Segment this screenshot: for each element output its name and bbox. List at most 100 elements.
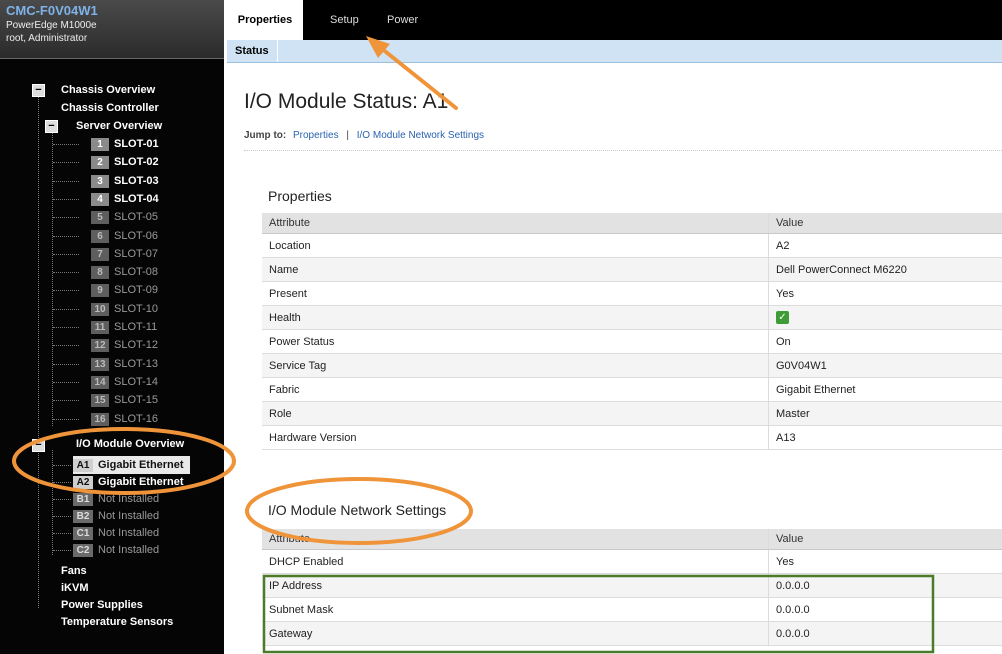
value-cell: Dell PowerConnect M6220 — [768, 257, 1002, 282]
table-row: IP Address 0.0.0.0 — [262, 573, 1002, 598]
tree-slot-item[interactable]: 2 SLOT-02 — [91, 153, 159, 171]
tree-slot-item[interactable]: 14 SLOT-14 — [91, 373, 158, 391]
slot-label: SLOT-09 — [114, 284, 159, 297]
collapse-io-icon[interactable]: − — [32, 439, 45, 452]
slot-number-badge: 14 — [91, 375, 109, 389]
page-title: I/O Module Status: A1 — [244, 90, 449, 113]
attribute-cell: IP Address — [262, 573, 769, 598]
health-ok-check-icon: ✓ — [776, 311, 789, 324]
tree-slot-item[interactable]: 4 SLOT-04 — [91, 190, 159, 208]
io-slot-badge: A2 — [73, 476, 93, 489]
tree-slot-item[interactable]: 15 SLOT-15 — [91, 391, 158, 409]
network-section-title: I/O Module Network Settings — [268, 502, 447, 518]
tree-io-module-overview[interactable]: I/O Module Overview — [76, 435, 184, 453]
table-row: Fabric Gigabit Ethernet — [262, 377, 1002, 402]
collapse-server-icon[interactable]: − — [45, 120, 58, 133]
tab-properties[interactable]: Properties — [227, 0, 303, 40]
tree-temperature-sensors[interactable]: Temperature Sensors — [61, 613, 173, 631]
tree-io-module-item[interactable]: C2 Not Installed — [73, 541, 159, 559]
io-module-label: Not Installed — [98, 510, 160, 522]
tree-slot-item[interactable]: 1 SLOT-01 — [91, 135, 159, 153]
value-cell: 0.0.0.0 — [768, 621, 1002, 646]
slot-number-badge: 10 — [91, 302, 109, 316]
tree-fans[interactable]: Fans — [61, 562, 87, 580]
tree-ikvm[interactable]: iKVM — [61, 579, 89, 597]
attribute-cell: Present — [262, 281, 769, 306]
io-module-label: Not Installed — [98, 493, 160, 505]
subtab-status[interactable]: Status — [235, 40, 278, 62]
io-module-label: Gigabit Ethernet — [98, 476, 184, 488]
col-attribute-header: Attribute — [262, 529, 769, 550]
io-slot-badge: C1 — [73, 527, 93, 540]
io-slot-badge: B1 — [73, 493, 93, 506]
tree-power-supplies[interactable]: Power Supplies — [61, 596, 143, 614]
table-row: Gateway 0.0.0.0 — [262, 621, 1002, 646]
slot-label: SLOT-03 — [114, 174, 159, 187]
tree-slot-item[interactable]: 6 SLOT-06 — [91, 227, 158, 245]
tree-io-module-item[interactable]: B1 Not Installed — [73, 490, 159, 508]
slot-number-badge: 6 — [91, 229, 109, 243]
value-cell: G0V04W1 — [768, 353, 1002, 378]
tree-slot-item[interactable]: 16 SLOT-16 — [91, 410, 158, 428]
jump-network-link[interactable]: I/O Module Network Settings — [357, 130, 484, 141]
col-value-header: Value — [768, 213, 1002, 234]
tree-slot-item[interactable]: 3 SLOT-03 — [91, 172, 159, 190]
tree-chassis-controller[interactable]: Chassis Controller — [61, 99, 159, 117]
tree-slot-item[interactable]: 11 SLOT-11 — [91, 318, 157, 336]
value-cell: Gigabit Ethernet — [768, 377, 1002, 402]
io-slot-badge: C2 — [73, 544, 93, 557]
slot-label: SLOT-10 — [114, 302, 159, 315]
network-settings-table: Attribute Value DHCP Enabled Yes IP Addres… — [262, 529, 1002, 646]
properties-table: Attribute Value Location A2 Name Dell Power… — [262, 213, 1002, 450]
attribute-cell: Subnet Mask — [262, 597, 769, 622]
sub-tab-bar: Status — [227, 40, 1002, 63]
tab-power[interactable]: Power — [377, 0, 428, 40]
jump-to-bar: Jump to: Properties | I/O Module Network… — [244, 130, 484, 141]
tree-io-module-item[interactable]: B2 Not Installed — [73, 507, 159, 525]
table-row: Subnet Mask 0.0.0.0 — [262, 597, 1002, 622]
tree-io-module-item[interactable]: A2 Gigabit Ethernet — [73, 473, 184, 491]
value-cell: Yes — [768, 281, 1002, 306]
attribute-cell: Service Tag — [262, 353, 769, 378]
tree-slot-item[interactable]: 7 SLOT-07 — [91, 245, 158, 263]
tab-setup[interactable]: Setup — [320, 0, 369, 40]
table-row: Role Master — [262, 401, 1002, 426]
slot-number-badge: 3 — [91, 174, 109, 188]
attribute-cell: Health — [262, 305, 769, 330]
table-row: Present Yes — [262, 281, 1002, 306]
slot-number-badge: 2 — [91, 156, 109, 170]
table-row: Hardware Version A13 — [262, 425, 1002, 450]
tree-slot-item[interactable]: 8 SLOT-08 — [91, 263, 158, 281]
logged-in-user: root, Administrator — [6, 33, 88, 44]
slot-number-badge: 5 — [91, 211, 109, 225]
value-cell: 0.0.0.0 — [768, 597, 1002, 622]
slot-label: SLOT-14 — [114, 375, 159, 388]
slot-label: SLOT-05 — [114, 211, 159, 224]
collapse-chassis-icon[interactable]: − — [32, 84, 45, 97]
jump-properties-link[interactable]: Properties — [293, 130, 339, 141]
attribute-cell: Role — [262, 401, 769, 426]
tree-slot-item[interactable]: 12 SLOT-12 — [91, 336, 158, 354]
slot-number-badge: 7 — [91, 247, 109, 261]
tree-server-overview[interactable]: Server Overview — [76, 117, 162, 135]
health-cell: ✓ — [768, 305, 1002, 330]
divider — [244, 150, 1002, 151]
tree-chassis-overview[interactable]: Chassis Overview — [61, 81, 155, 99]
slot-number-badge: 12 — [91, 339, 109, 353]
tree-io-module-item[interactable]: A1 Gigabit Ethernet — [73, 456, 190, 474]
value-cell: On — [768, 329, 1002, 354]
chassis-header: CMC-F0V04W1 PowerEdge M1000e root, Admin… — [0, 0, 224, 59]
tree-slot-item[interactable]: 10 SLOT-10 — [91, 300, 158, 318]
tree-slot-item[interactable]: 13 SLOT-13 — [91, 355, 158, 373]
col-value-header: Value — [768, 529, 1002, 550]
table-row: Power Status On — [262, 329, 1002, 354]
slot-label: SLOT-13 — [114, 357, 159, 370]
attribute-cell: Hardware Version — [262, 425, 769, 450]
tree-slot-item[interactable]: 5 SLOT-05 — [91, 208, 158, 226]
value-cell: Master — [768, 401, 1002, 426]
tree-io-module-item[interactable]: C1 Not Installed — [73, 524, 159, 542]
top-tab-bar: Properties Setup Power — [227, 0, 1002, 40]
chassis-model: PowerEdge M1000e — [6, 20, 97, 31]
tree-slot-item[interactable]: 9 SLOT-09 — [91, 281, 158, 299]
slot-label: SLOT-02 — [114, 156, 159, 169]
